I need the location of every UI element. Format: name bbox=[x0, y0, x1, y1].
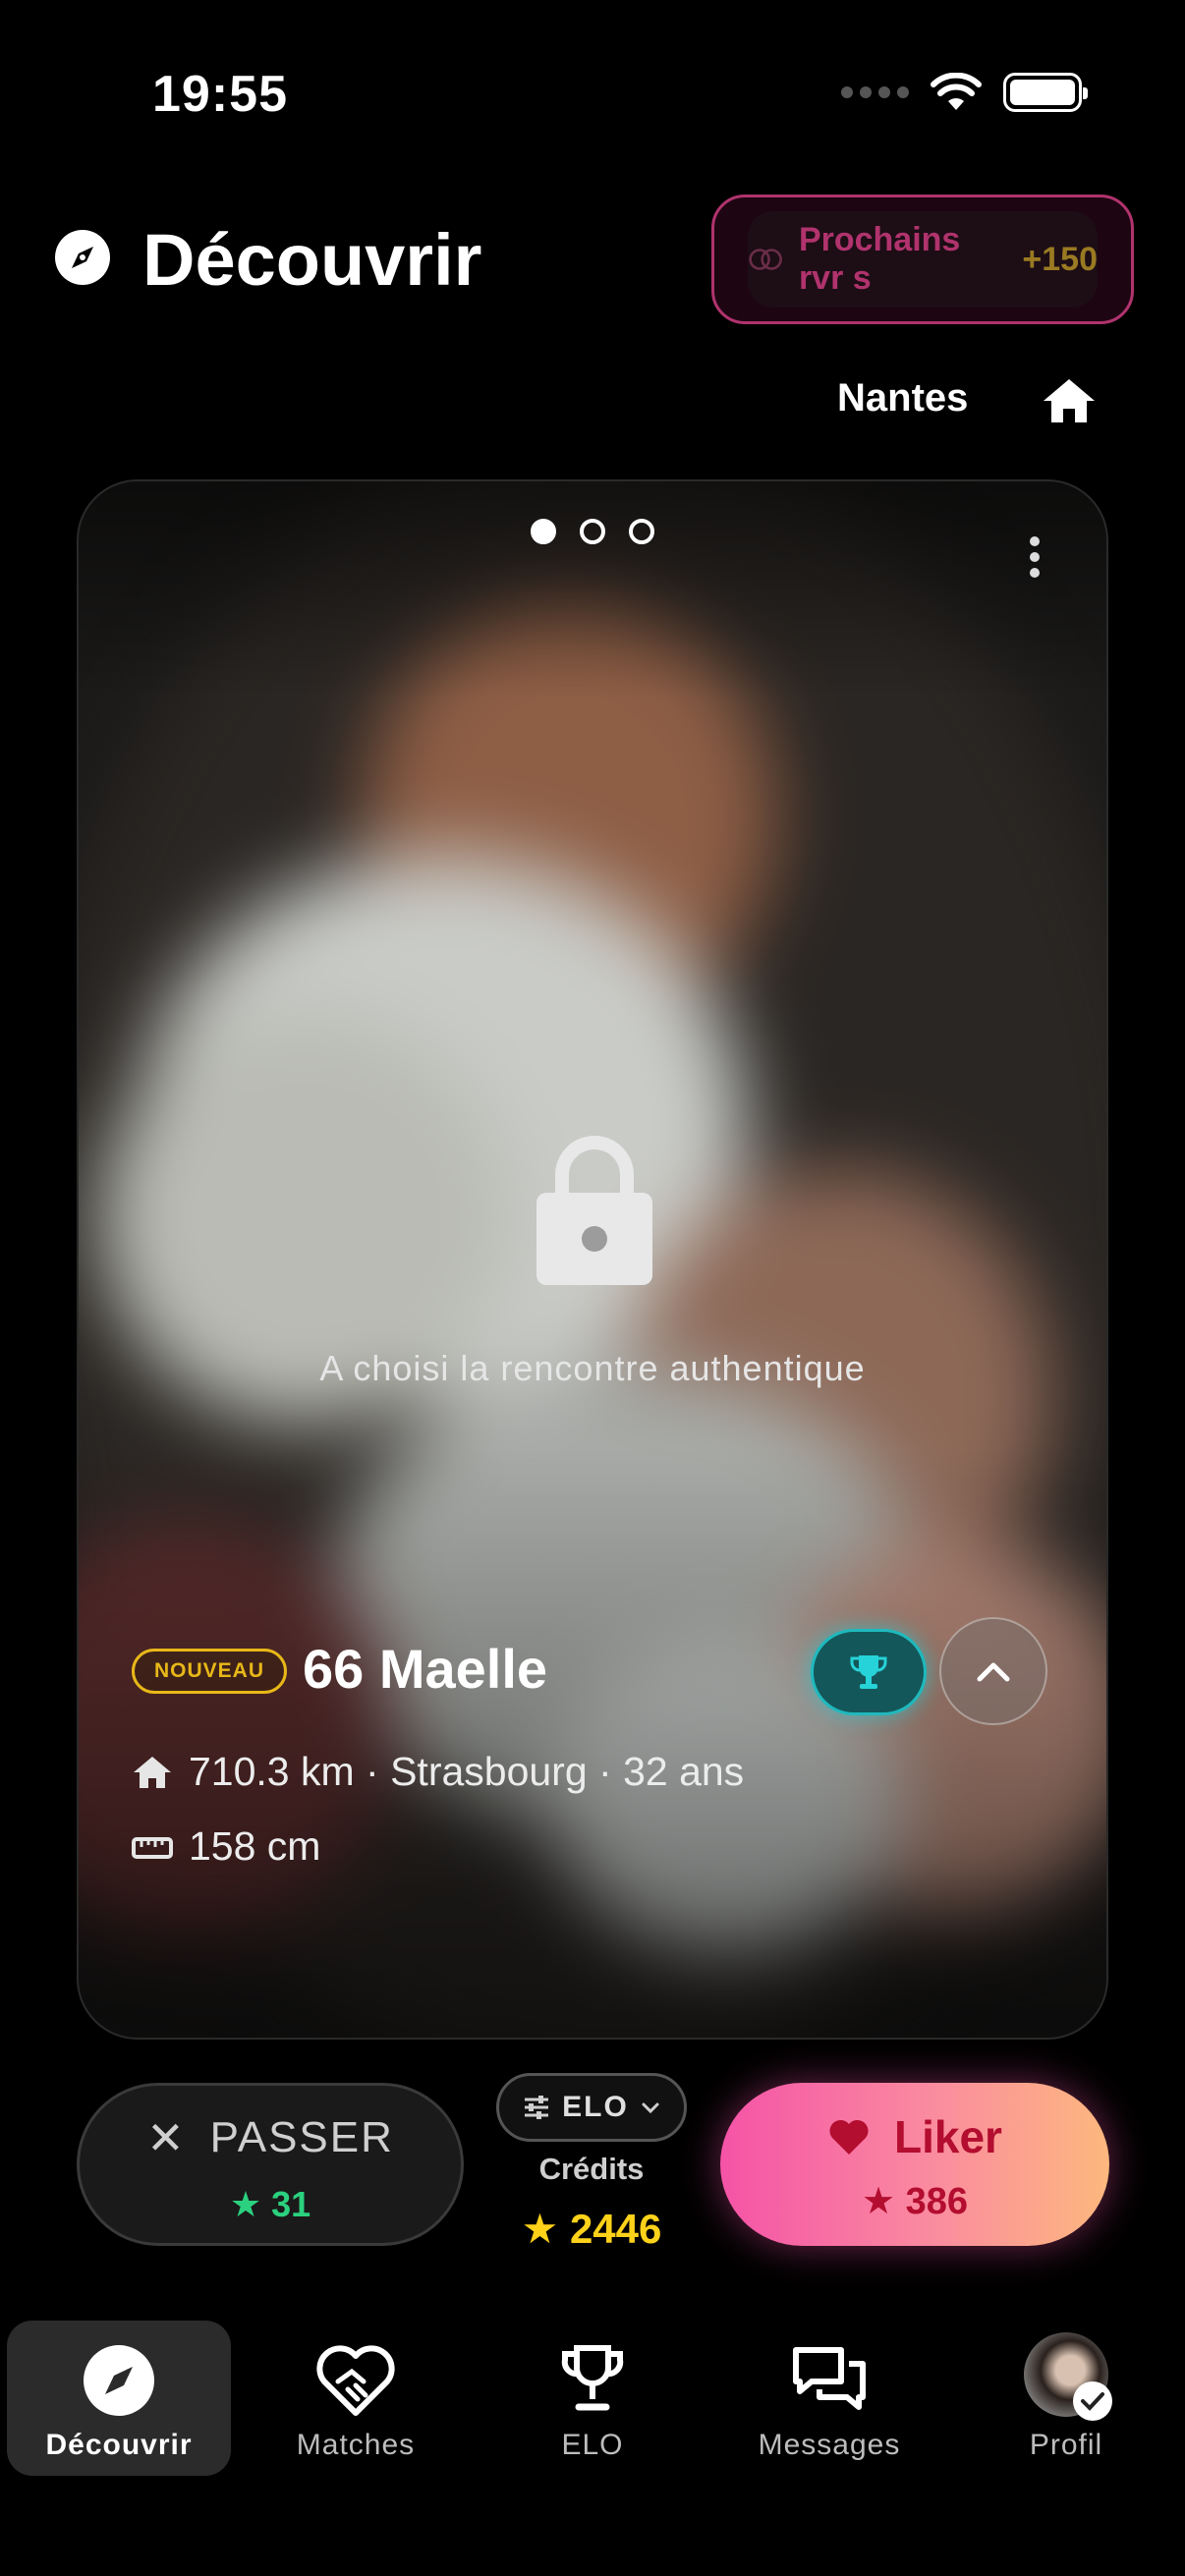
sliders-icon bbox=[525, 2096, 549, 2119]
battery-icon bbox=[1003, 73, 1088, 112]
more-options-icon[interactable] bbox=[1030, 536, 1040, 578]
profile-card[interactable]: A choisi la rencontre authentique NOUVEA… bbox=[77, 479, 1108, 2040]
pager-dot[interactable] bbox=[580, 519, 605, 544]
chevron-up-icon bbox=[977, 1662, 1010, 1682]
ruler-icon bbox=[132, 1836, 173, 1859]
tab-matches[interactable]: Matches bbox=[244, 2321, 468, 2476]
compass-icon bbox=[84, 2345, 154, 2416]
pass-label: PASSER bbox=[209, 2113, 394, 2161]
pager-dot[interactable] bbox=[531, 519, 556, 544]
cellular-signal-icon bbox=[841, 86, 909, 98]
tab-decouvrir[interactable]: Découvrir bbox=[7, 2321, 231, 2476]
locked-message: A choisi la rencontre authentique bbox=[319, 1348, 866, 1388]
elo-selector[interactable]: ELO bbox=[496, 2073, 687, 2142]
city-filter[interactable]: Nantes bbox=[837, 376, 968, 420]
heart-handshake-icon bbox=[316, 2345, 395, 2416]
photo-pager[interactable] bbox=[531, 519, 654, 544]
home-icon bbox=[134, 1756, 171, 1788]
rings-icon bbox=[749, 249, 782, 270]
tab-label: Matches bbox=[296, 2429, 416, 2461]
tab-label: Profil bbox=[1029, 2429, 1103, 2461]
reveal-label: Prochains rvr s bbox=[798, 221, 961, 297]
location-row: 710.3 km · Strasbourg · 32 ans bbox=[132, 1749, 744, 1795]
like-label: Liker bbox=[894, 2111, 1002, 2162]
chat-bubbles-icon bbox=[793, 2347, 866, 2410]
page-title: Découvrir bbox=[142, 219, 482, 301]
trophy-icon bbox=[561, 2345, 624, 2411]
pass-cost: ★ 31 bbox=[229, 2184, 311, 2224]
status-icons bbox=[841, 73, 1088, 112]
pager-dot[interactable] bbox=[629, 519, 654, 544]
profile-name: 66 Maelle bbox=[303, 1638, 548, 1700]
close-icon: ✕ bbox=[146, 2112, 185, 2163]
height-text: 158 cm bbox=[189, 1823, 321, 1869]
reveal-next-button[interactable]: Prochains rvr s +150 bbox=[711, 195, 1134, 324]
elo-label: ELO bbox=[562, 2091, 629, 2123]
height-row: 158 cm bbox=[132, 1823, 320, 1870]
credits-balance: ★ 2446 bbox=[496, 2205, 687, 2253]
chevron-down-icon bbox=[642, 2102, 659, 2114]
trophy-icon bbox=[850, 1655, 887, 1689]
location-text: 710.3 km · Strasbourg · 32 ans bbox=[189, 1749, 745, 1794]
tab-messages[interactable]: Messages bbox=[717, 2321, 941, 2476]
like-cost: ★ 386 bbox=[861, 2181, 969, 2222]
verified-icon bbox=[1073, 2381, 1112, 2421]
tab-bar: Découvrir Matches ELO Messages Profil bbox=[0, 2295, 1185, 2576]
reveal-cost: +150 bbox=[1022, 240, 1098, 278]
new-badge: NOUVEAU bbox=[132, 1649, 288, 1694]
compass-icon bbox=[55, 230, 110, 285]
elo-trophy-button[interactable] bbox=[811, 1629, 927, 1715]
credits-title: Crédits bbox=[538, 2152, 645, 2186]
wifi-icon bbox=[931, 73, 982, 110]
like-button[interactable]: Liker ★ 386 bbox=[720, 2083, 1109, 2246]
tab-label: Découvrir bbox=[45, 2429, 193, 2461]
status-time: 19:55 bbox=[152, 66, 288, 123]
home-icon[interactable] bbox=[1042, 375, 1097, 424]
star-icon: ★ bbox=[521, 2206, 559, 2252]
tab-label: Messages bbox=[758, 2429, 901, 2461]
heart-icon bbox=[829, 2119, 869, 2155]
tab-label: ELO bbox=[561, 2429, 624, 2461]
expand-profile-button[interactable] bbox=[939, 1617, 1047, 1725]
pass-button[interactable]: ✕ PASSER ★ 31 bbox=[77, 2083, 464, 2246]
credits-value: 2446 bbox=[569, 2206, 662, 2252]
lock-icon bbox=[536, 1136, 652, 1285]
tab-elo[interactable]: ELO bbox=[480, 2321, 705, 2476]
